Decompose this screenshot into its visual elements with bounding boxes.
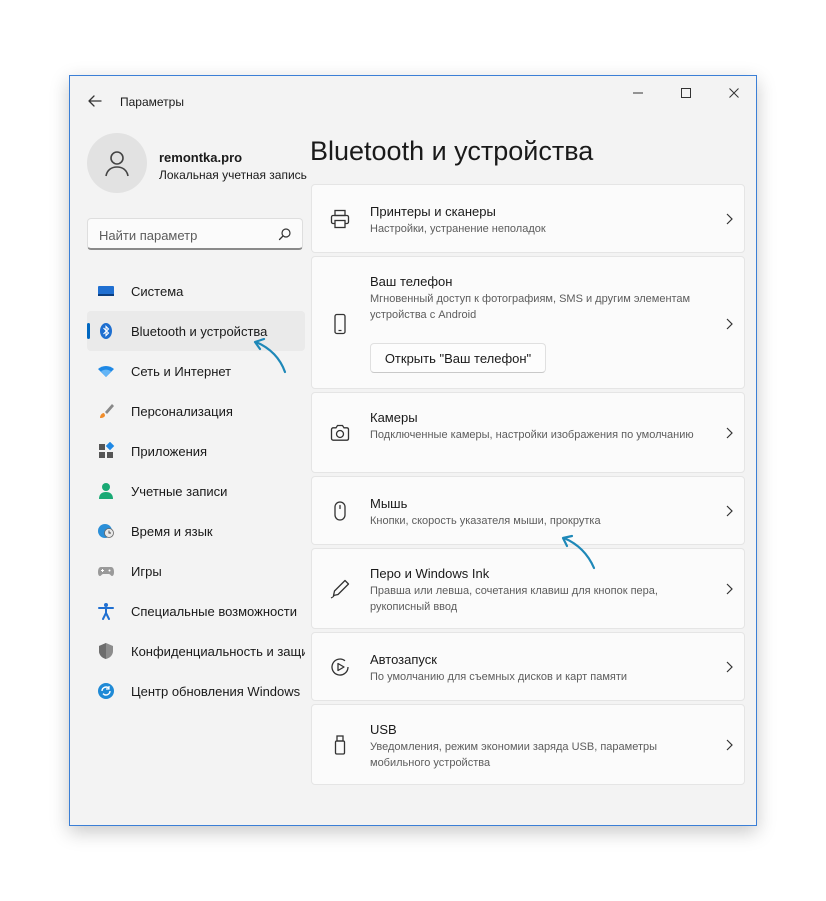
chevron-right-icon [726,661,733,673]
sidebar-item-label: Центр обновления Windows [131,684,301,699]
card-mouse[interactable]: Мышь Кнопки, скорость указателя мыши, пр… [311,476,745,545]
settings-window: Параметры remontka.pro Локальная учетная… [69,75,757,826]
card-title: Ваш телефон [370,274,453,289]
accessibility-icon [98,603,114,620]
person-avatar-icon [105,151,129,177]
gamepad-icon [98,567,114,576]
camera-icon [330,424,350,441]
search-placeholder: Найти параметр [99,228,198,243]
card-pen-windows-ink[interactable]: Перо и Windows Ink Правша или левша, соч… [311,548,745,629]
sidebar-item-gaming[interactable]: Игры [87,551,305,591]
sidebar-item-label: Игры [131,564,162,579]
card-your-phone[interactable]: Ваш телефон Мгновенный доступ к фотограф… [311,256,745,389]
phone-icon [334,313,346,335]
usb-icon [334,735,346,755]
chevron-right-icon [726,583,733,595]
card-desc: Уведомления, режим экономии заряда USB, … [370,741,658,769]
sidebar-item-label: Приложения [131,444,208,459]
sidebar-item-time-language[interactable]: Время и язык [87,511,305,551]
page-title: Bluetooth и устройства [310,136,594,166]
chevron-right-icon [726,318,733,330]
sidebar-item-personalization[interactable]: Персонализация [87,391,305,431]
card-title: Автозапуск [370,652,437,667]
card-title: Перо и Windows Ink [370,566,490,581]
sidebar-item-label: Специальные возможности [131,604,297,619]
monitor-icon [98,286,114,296]
sidebar-item-accounts[interactable]: Учетные записи [87,471,305,511]
printer-icon [330,209,350,229]
wifi-icon [98,366,114,377]
search-icon [278,228,291,241]
card-title: Камеры [370,410,418,425]
card-desc: Кнопки, скорость указателя мыши, прокрут… [370,515,601,527]
card-autoplay[interactable]: Автозапуск По умолчанию для съемных диск… [311,632,745,701]
autoplay-icon [331,658,349,676]
close-button[interactable] [722,84,746,102]
chevron-right-icon [726,505,733,517]
sidebar-item-label: Учетные записи [131,484,228,499]
sidebar-item-label: Персонализация [131,404,233,419]
shield-icon [99,643,113,659]
sidebar-item-apps[interactable]: Приложения [87,431,305,471]
card-desc: Мгновенный доступ к фотографиям, SMS и д… [370,293,691,321]
annotation-arrow-mouse [561,534,596,570]
card-desc: Подключенные камеры, настройки изображен… [370,429,694,441]
globe-clock-icon [98,524,114,538]
account-type: Локальная учетная запись [159,168,307,182]
search-input[interactable]: Найти параметр [87,218,303,250]
user-name: remontka.pro [159,150,243,165]
back-arrow-icon[interactable] [86,92,104,110]
card-desc: По умолчанию для съемных дисков и карт п… [370,671,628,683]
sidebar-item-accessibility[interactable]: Специальные возможности [87,591,305,631]
sidebar-item-privacy[interactable]: Конфиденциальность и защита [87,631,305,671]
mouse-icon [334,501,346,521]
sidebar-item-windows-update[interactable]: Центр обновления Windows [87,671,305,711]
chevron-right-icon [726,213,733,225]
sidebar-item-label: Система [131,284,184,299]
sidebar-item-system[interactable]: Система [87,271,305,311]
chevron-right-icon [726,739,733,751]
title-bar: Параметры [70,76,756,124]
card-desc: Правша или левша, сочетания клавиш для к… [370,585,658,613]
sidebar-item-label: Конфиденциальность и защита [131,644,305,659]
pen-icon [330,579,350,599]
card-title: Принтеры и сканеры [370,204,496,219]
person-icon [99,483,113,499]
apps-icon [99,442,115,458]
card-usb[interactable]: USB Уведомления, режим экономии заряда U… [311,704,745,785]
avatar[interactable] [87,133,147,193]
sidebar-item-label: Время и язык [131,524,213,539]
chevron-right-icon [726,427,733,439]
sidebar-item-label: Bluetooth и устройства [131,324,268,339]
card-title: USB [370,722,397,737]
card-title: Мышь [370,496,408,511]
update-icon [98,683,114,699]
annotation-arrow-bluetooth [253,337,287,374]
bluetooth-icon [100,323,112,339]
card-desc: Настройки, устранение неполадок [370,223,546,235]
maximize-button[interactable] [674,84,698,102]
minimize-button[interactable] [626,84,650,102]
window-title: Параметры [120,95,184,109]
open-your-phone-button[interactable]: Открыть "Ваш телефон" [370,343,546,373]
card-cameras[interactable]: Камеры Подключенные камеры, настройки из… [311,392,745,473]
card-printers[interactable]: Принтеры и сканеры Настройки, устранение… [311,184,745,253]
brush-icon [100,404,114,418]
sidebar-item-label: Сеть и Интернет [131,364,232,379]
